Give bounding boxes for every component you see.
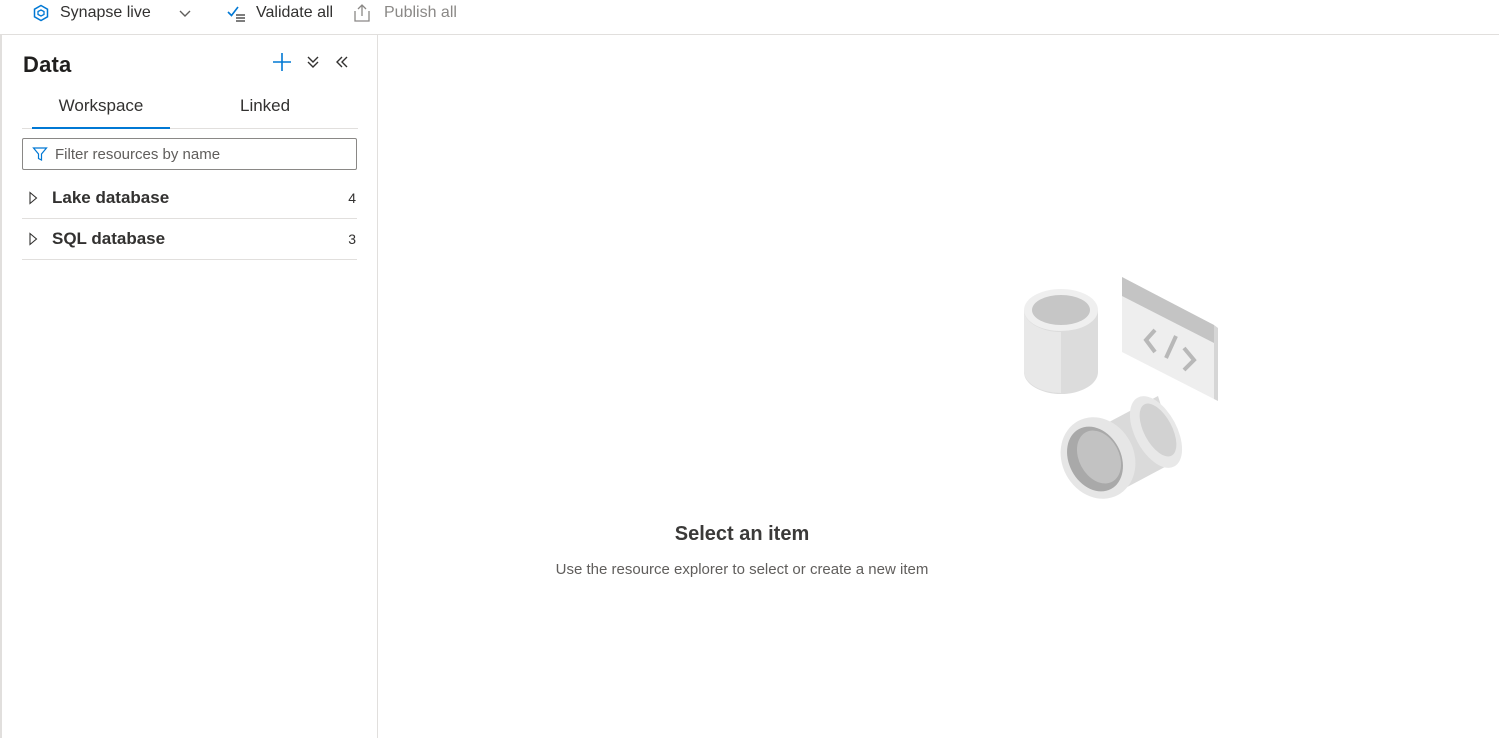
filter-box [22, 138, 357, 170]
validate-all-button[interactable]: Validate all [226, 0, 333, 26]
tree-item-label: SQL database [52, 229, 166, 248]
validate-checklist-icon [226, 3, 248, 23]
expand-caret-icon[interactable] [27, 232, 47, 246]
synapse-icon [32, 4, 50, 22]
empty-state-title: Select an item [674, 523, 810, 545]
validate-all-label: Validate all [256, 4, 334, 21]
mode-dropdown-button[interactable] [176, 0, 194, 26]
tab-workspace[interactable]: Workspace [32, 96, 170, 129]
empty-state-subtitle: Use the resource explorer to select or c… [555, 561, 929, 578]
publish-all-button[interactable]: Publish all [352, 0, 457, 26]
synapse-live-label: Synapse live [60, 4, 151, 21]
double-chevron-down-icon [305, 54, 321, 70]
tree-item-sql-database[interactable]: SQL database 3 [22, 219, 357, 260]
empty-state-illustration [1018, 272, 1228, 504]
tree-item-label: Lake database [52, 188, 170, 207]
expand-all-button[interactable] [303, 51, 323, 73]
tab-workspace-label: Workspace [58, 96, 144, 115]
main-content-area [378, 35, 1499, 738]
publish-all-label: Publish all [384, 4, 457, 21]
data-explorer-panel: Data Workspace Linked Lake dat [0, 35, 378, 738]
tree-item-lake-database[interactable]: Lake database 4 [22, 178, 357, 219]
tab-linked-label: Linked [240, 96, 291, 115]
panel-tabs: Workspace Linked [22, 90, 358, 129]
panel-title: Data [23, 52, 72, 77]
filter-input[interactable] [55, 145, 335, 163]
selected-tab-indicator [32, 127, 170, 129]
publish-icon [352, 3, 372, 23]
tree-item-count: 4 [348, 190, 356, 206]
plus-icon [271, 51, 293, 73]
add-resource-button[interactable] [270, 51, 294, 73]
tab-linked[interactable]: Linked [240, 96, 290, 128]
tree-item-count: 3 [348, 231, 356, 247]
filter-icon [32, 146, 48, 162]
double-chevron-left-icon [334, 54, 350, 70]
chevron-down-icon [176, 4, 194, 22]
top-toolbar: Synapse live Validate all Publish all [0, 0, 1499, 35]
collapse-panel-button[interactable] [332, 51, 352, 73]
expand-caret-icon[interactable] [27, 191, 47, 205]
synapse-live-button[interactable]: Synapse live [32, 0, 151, 26]
